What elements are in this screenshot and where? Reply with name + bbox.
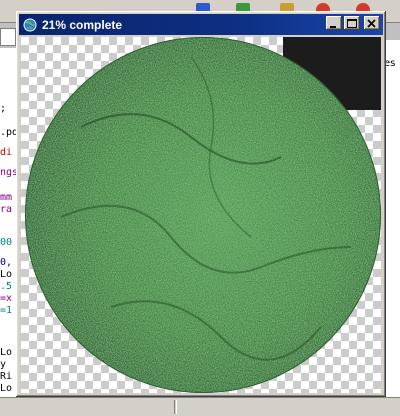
- background-right-pane: [384, 40, 400, 400]
- close-button[interactable]: [364, 16, 380, 30]
- code-line: =x: [0, 293, 13, 304]
- maximize-icon: [347, 19, 357, 28]
- code-line: Ri: [0, 371, 13, 382]
- background-status-bar: [0, 397, 400, 416]
- progress-window: 21% complete: [16, 11, 386, 397]
- title-bar[interactable]: 21% complete: [19, 14, 383, 35]
- code-line: 00: [0, 237, 13, 248]
- background-code-editor: ; .pd di ngs mm ra 00 0, Lo .5 =x =1 Lo …: [0, 48, 18, 398]
- code-line: y: [0, 359, 7, 370]
- background-combo[interactable]: [0, 28, 16, 46]
- code-line: .5: [0, 281, 13, 292]
- minimize-icon: [330, 26, 336, 28]
- image-canvas: [21, 37, 381, 393]
- code-line: mm: [0, 192, 13, 203]
- maximize-button[interactable]: [344, 16, 360, 30]
- code-line: =1: [0, 305, 13, 316]
- code-line: 0,: [0, 257, 13, 268]
- minimize-button[interactable]: [326, 16, 342, 30]
- title-buttons: [326, 16, 380, 30]
- status-divider: [174, 400, 177, 414]
- code-line: Lo: [0, 347, 13, 358]
- code-line: di: [0, 147, 13, 158]
- close-icon: [367, 19, 376, 28]
- code-line: ra: [0, 204, 13, 215]
- code-line: ;: [0, 103, 7, 114]
- globe-icon: [23, 18, 37, 31]
- app-icon[interactable]: [22, 17, 38, 33]
- planet-image: [25, 37, 381, 393]
- code-line: Lo: [0, 269, 13, 280]
- window-title: 21% complete: [42, 17, 123, 32]
- code-line: Lo: [0, 383, 13, 394]
